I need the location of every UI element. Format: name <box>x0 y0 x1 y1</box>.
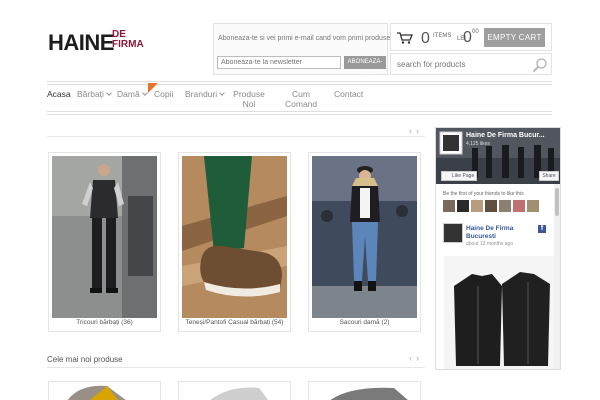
search-icon[interactable] <box>532 57 548 73</box>
search-input[interactable] <box>393 57 523 72</box>
cart-item-count: 0 <box>421 30 430 47</box>
facebook-cover-image[interactable]: Haine De Firma Bucur... 4,125 likes Like… <box>436 128 560 184</box>
category-image[interactable] <box>182 156 287 318</box>
category-card-sacouri[interactable]: Sacouri damă (2) <box>308 152 421 332</box>
friend-avatar[interactable] <box>513 200 525 212</box>
cart-box[interactable]: 0 ITEMS LEI 0 00 EMPTY CART <box>390 23 552 51</box>
newsletter-subscribe-button[interactable]: ABONEAZA-TE <box>344 56 386 78</box>
friend-avatar[interactable] <box>457 200 469 212</box>
cart-total-integer: 0 <box>463 29 472 46</box>
nav-item-branduri[interactable]: Branduri <box>185 89 225 99</box>
new-products-title: Cele mai noi produse <box>47 355 123 364</box>
logo-sub: DE FIRMA <box>112 29 144 50</box>
facebook-post-author[interactable]: Haine De Firma Bucuresti <box>466 225 513 241</box>
next-arrow-icon[interactable]: › <box>416 353 423 363</box>
friend-avatar[interactable] <box>527 200 539 212</box>
nav-bottom-rule-2 <box>47 114 552 115</box>
nav-item-barbati[interactable]: Bărbați <box>77 89 112 99</box>
nav-item-produse-noi[interactable]: Produse Noi <box>233 89 265 109</box>
nav-bottom-rule <box>47 111 552 112</box>
chevron-down-icon <box>141 90 148 96</box>
search-box <box>390 53 552 75</box>
nav-item-acasa[interactable]: Acasa <box>47 89 71 99</box>
newsletter-text: Aboneaza-te si vei primi e-mail cand vom… <box>218 35 410 42</box>
product-thumb[interactable] <box>178 381 291 400</box>
facebook-friends-text: Be the first of your friends to like thi… <box>443 191 524 197</box>
section-rule <box>47 136 425 137</box>
cart-total-decimals: 00 <box>472 29 479 35</box>
section-rule <box>47 367 425 368</box>
prev-arrow-icon[interactable]: ‹ <box>409 353 416 363</box>
category-image[interactable] <box>52 156 157 318</box>
logo-main: HAINE <box>48 30 114 55</box>
friend-avatar[interactable] <box>485 200 497 212</box>
category-carousel-arrows[interactable]: ‹› <box>409 126 423 136</box>
prev-arrow-icon[interactable]: ‹ <box>409 126 416 136</box>
empty-cart-button[interactable]: EMPTY CART <box>484 28 545 47</box>
category-card-tenesi[interactable]: Teneși/Pantofi Casual bărbați (54) <box>178 152 291 332</box>
friend-avatar[interactable] <box>499 200 511 212</box>
friend-avatar[interactable] <box>471 200 483 212</box>
main-nav: Acasa Bărbați Damă Copii Branduri Produs… <box>47 83 552 110</box>
facebook-like-button[interactable]: Like Page <box>441 171 477 181</box>
chevron-down-icon <box>106 90 112 96</box>
site-logo[interactable]: HAINE DE FIRMA <box>48 30 208 54</box>
nav-item-dama[interactable]: Damă <box>117 89 148 99</box>
cart-icon[interactable] <box>397 32 413 44</box>
facebook-post-avatar[interactable] <box>443 223 463 243</box>
scrollbar-thumb[interactable] <box>555 188 559 216</box>
new-products-carousel-arrows[interactable]: ‹› <box>409 353 423 363</box>
chevron-down-icon <box>219 90 225 96</box>
facebook-logo-icon: f <box>538 225 546 233</box>
nav-item-contact[interactable]: Contact <box>334 89 363 99</box>
category-caption[interactable]: Tricouri bărbați (36) <box>49 319 160 326</box>
cart-items-label: ITEMS <box>433 33 452 39</box>
category-caption[interactable]: Sacouri damă (2) <box>309 319 420 326</box>
nav-item-cum-comand[interactable]: Cum Comand <box>285 89 317 109</box>
category-card-tricouri[interactable]: Tricouri bărbați (36) <box>48 152 161 332</box>
product-thumb[interactable] <box>48 381 161 400</box>
friend-avatar[interactable] <box>443 200 455 212</box>
facebook-post-time: about 12 months ago <box>466 241 513 247</box>
next-arrow-icon[interactable]: › <box>416 126 423 136</box>
category-image[interactable] <box>312 156 417 318</box>
facebook-page-title[interactable]: Haine De Firma Bucur... <box>466 132 545 139</box>
nav-top-rule <box>47 81 552 82</box>
category-caption[interactable]: Teneși/Pantofi Casual bărbați (54) <box>179 319 290 326</box>
nav-item-copii[interactable]: Copii <box>154 89 173 99</box>
newsletter-box: Aboneaza-te si vei primi e-mail cand vom… <box>213 23 409 78</box>
newsletter-email-input[interactable] <box>217 56 341 69</box>
facebook-page-widget[interactable]: Haine De Firma Bucur... 4,125 likes Like… <box>435 127 561 370</box>
product-thumb[interactable] <box>308 381 421 400</box>
facebook-post-photo[interactable] <box>444 256 556 369</box>
facebook-share-button[interactable]: Share <box>539 171 559 181</box>
facebook-like-count: 4,125 likes <box>466 141 490 147</box>
facebook-widget-scrollbar[interactable] <box>554 184 560 369</box>
